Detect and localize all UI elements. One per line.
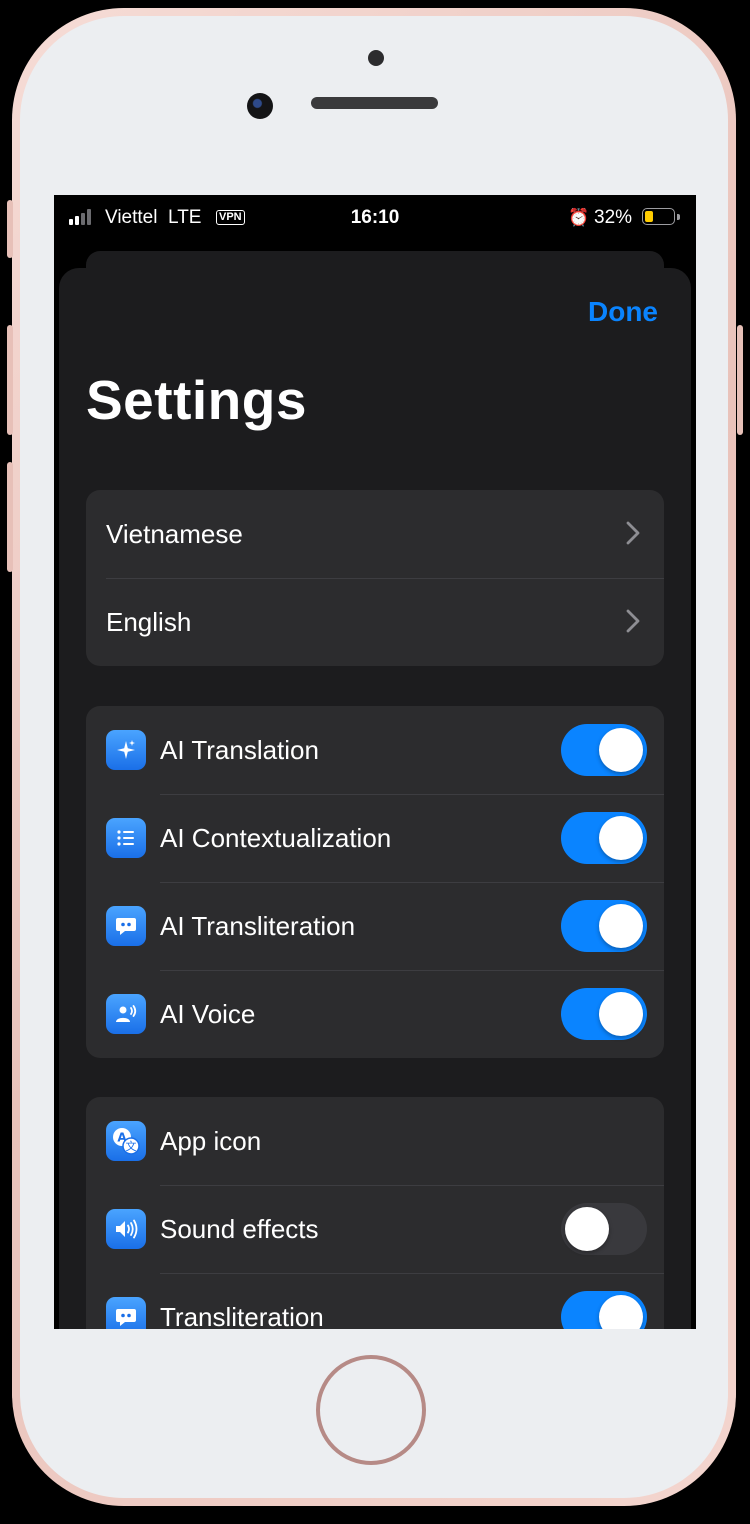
home-button[interactable] — [316, 1355, 426, 1465]
ai-contextualization-label: AI Contextualization — [160, 822, 392, 853]
svg-text:文: 文 — [126, 1139, 137, 1153]
ai-transliteration-label: AI Transliteration — [160, 910, 356, 941]
status-bar: Viettel LTE VPN 16:10 ⏰ 32% — [54, 195, 696, 241]
power-button — [737, 325, 743, 435]
ai-contextualization-toggle[interactable] — [561, 812, 647, 864]
proximity-sensor — [368, 50, 384, 66]
battery-icon — [642, 208, 675, 225]
ai-voice-row: AI Voice — [86, 970, 664, 1058]
quote-bubble-icon — [106, 906, 146, 946]
settings-sheet: Done Settings Vietnamese English AI Tran… — [59, 268, 691, 1329]
sound-effects-row: Sound effects — [86, 1185, 664, 1273]
ai-translation-row: AI Translation — [86, 706, 664, 794]
ai-voice-toggle[interactable] — [561, 988, 647, 1040]
general-group: A 文 App icon Sound effects Transliterati… — [86, 1097, 664, 1329]
app-icon-label: App icon — [160, 1125, 262, 1156]
transliteration-label: Transliteration — [160, 1301, 324, 1330]
chevron-right-icon — [626, 521, 640, 545]
language-group: Vietnamese English — [86, 490, 664, 666]
ai-transliteration-toggle[interactable] — [561, 900, 647, 952]
battery-terminal — [677, 214, 680, 220]
front-camera — [247, 93, 273, 119]
list-icon — [106, 818, 146, 858]
ai-transliteration-row: AI Transliteration — [86, 882, 664, 970]
ai-voice-label: AI Voice — [160, 998, 256, 1029]
toggle-knob — [565, 1207, 609, 1251]
toggle-knob — [599, 1295, 643, 1329]
toggle-knob — [599, 904, 643, 948]
screen: Viettel LTE VPN 16:10 ⏰ 32% Done Setting… — [54, 195, 696, 1329]
language-row-target[interactable]: English — [86, 578, 664, 666]
done-button[interactable]: Done — [588, 296, 658, 328]
ai-translation-toggle[interactable] — [561, 724, 647, 776]
battery-percent: 32% — [594, 207, 633, 228]
language-label: Vietnamese — [106, 518, 243, 549]
person-wave-icon — [106, 994, 146, 1034]
transliteration-row: Transliteration — [86, 1273, 664, 1329]
quote-bubble-icon — [106, 1297, 146, 1329]
transliteration-toggle[interactable] — [561, 1291, 647, 1329]
ai-contextualization-row: AI Contextualization — [86, 794, 664, 882]
app-icon-row[interactable]: A 文 App icon — [86, 1097, 664, 1185]
language-label: English — [106, 606, 192, 637]
chevron-right-icon — [626, 609, 640, 633]
earpiece-speaker — [311, 97, 438, 109]
toggle-knob — [599, 816, 643, 860]
alarm-icon: ⏰ — [568, 208, 590, 227]
sound-effects-label: Sound effects — [160, 1213, 319, 1244]
battery-level — [645, 211, 653, 222]
page-title: Settings — [86, 369, 307, 431]
speaker-icon — [106, 1209, 146, 1249]
sparkles-icon — [106, 730, 146, 770]
language-row-source[interactable]: Vietnamese — [86, 490, 664, 578]
ai-translation-label: AI Translation — [160, 734, 319, 765]
toggle-knob — [599, 992, 643, 1036]
toggle-knob — [599, 728, 643, 772]
mute-switch — [7, 200, 13, 258]
volume-down-button — [7, 462, 13, 572]
sound-effects-toggle[interactable] — [561, 1203, 647, 1255]
translate-icon: A 文 — [106, 1121, 146, 1161]
ai-features-group: AI Translation AI Contextualization AI T… — [86, 706, 664, 1058]
volume-up-button — [7, 325, 13, 435]
